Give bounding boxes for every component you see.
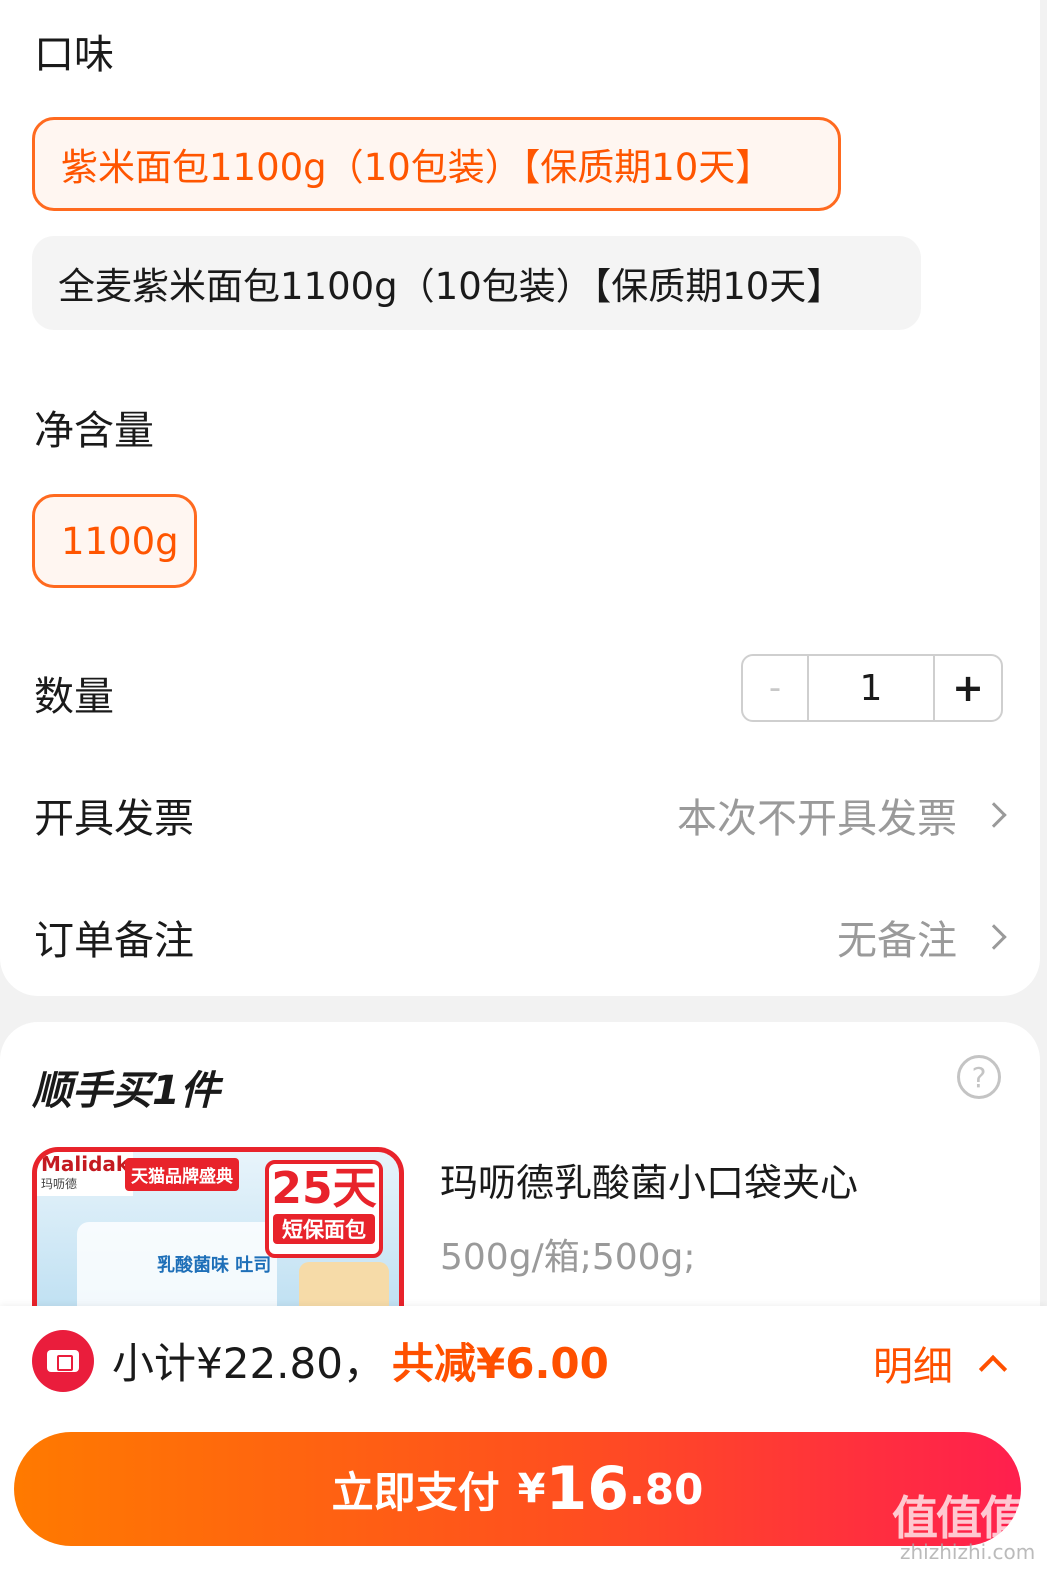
addon-product-spec[interactable]: 500g/箱;500g; — [440, 1228, 696, 1280]
watermark-logo: 值值值 — [892, 1491, 1026, 1545]
pay-currency: ¥ — [517, 1466, 546, 1512]
price-detail-label: 明细 — [873, 1344, 953, 1390]
flavor-label: 口味 — [34, 32, 114, 78]
addon-title: 顺手买1件 — [32, 1068, 220, 1114]
remark-value: 无备注 — [837, 918, 957, 964]
pay-now-button[interactable]: 立即支付 ¥ 16 .80 — [14, 1432, 1021, 1546]
invoice-row[interactable]: 本次不开具发票 — [677, 786, 1007, 844]
addon-product-name[interactable]: 玛呖德乳酸菌小口袋夹心 — [440, 1152, 858, 1207]
quantity-stepper: - 1 + — [741, 654, 1003, 722]
chevron-right-icon — [981, 924, 1007, 950]
net-content-label: 净含量 — [34, 408, 154, 454]
help-icon[interactable]: ? — [957, 1055, 1001, 1099]
quantity-value[interactable]: 1 — [809, 656, 935, 720]
remark-row[interactable]: 无备注 — [837, 908, 1007, 966]
product-brand-logo: Malidak 玛呖德 — [37, 1152, 134, 1196]
chevron-right-icon — [981, 802, 1007, 828]
pay-amount-decimal: .80 — [628, 1464, 704, 1514]
net-content-option-1100g[interactable]: 1100g — [32, 494, 197, 588]
coupon-icon — [32, 1330, 94, 1392]
flavor-option-purple-rice-bread[interactable]: 紫米面包1100g（10包装）【保质期10天】 — [32, 117, 841, 211]
chevron-up-icon — [978, 1354, 1008, 1384]
product-promo-banner: 天猫品牌盛典 — [125, 1158, 239, 1191]
watermark-url: zhizhizhi.com — [900, 1540, 1036, 1564]
pay-amount-integer: 16 — [545, 1454, 629, 1524]
invoice-value: 本次不开具发票 — [677, 796, 957, 842]
invoice-label: 开具发票 — [34, 796, 194, 842]
product-bread-slice — [299, 1262, 389, 1312]
quantity-label: 数量 — [34, 674, 114, 720]
quantity-increment-button[interactable]: + — [935, 656, 1001, 720]
flavor-option-wholewheat-purple-rice-bread[interactable]: 全麦紫米面包1100g（10包装）【保质期10天】 — [32, 236, 921, 330]
quantity-decrement-button[interactable]: - — [743, 656, 809, 720]
shelf-life-badge: 25天 短保面包 — [265, 1160, 383, 1258]
pay-button-label: 立即支付 — [331, 1467, 500, 1517]
discount-text: 共减¥6.00 — [392, 1339, 609, 1388]
subtotal-text: 小计¥22.80， — [112, 1339, 385, 1388]
product-package-text: 乳酸菌味 吐司 — [157, 1255, 272, 1276]
remark-label: 订单备注 — [34, 918, 194, 964]
price-detail-toggle[interactable]: 明细 — [873, 1334, 1008, 1392]
addon-product-image[interactable]: Malidak 玛呖德 天猫品牌盛典 乳酸菌味 吐司 25天 短保面包 — [32, 1147, 404, 1312]
